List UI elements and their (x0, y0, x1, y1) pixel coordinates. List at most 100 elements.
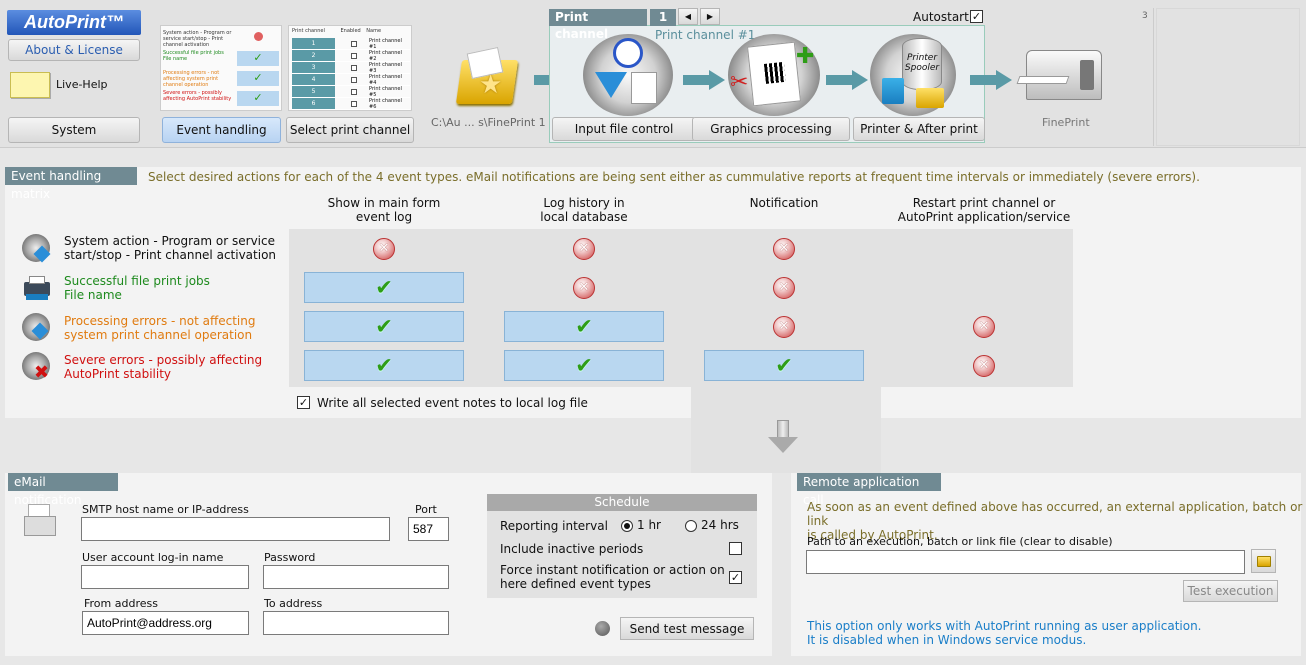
inactive-label: Include inactive periods (500, 542, 644, 556)
thumb-event-row: Processing errors - not affecting system… (163, 70, 220, 88)
autostart-label: Autostart (913, 10, 969, 24)
matrix-cell[interactable] (504, 272, 664, 303)
matrix-cell[interactable]: ✔ (504, 311, 664, 342)
thumb-col-header: Enabled (340, 28, 361, 34)
cross-circle-icon (773, 237, 795, 260)
matrix-cell[interactable]: ✔ (504, 350, 664, 381)
about-license-button[interactable]: About & License (8, 39, 140, 61)
radio-dot (685, 519, 697, 532)
cross-circle-icon (373, 237, 395, 260)
printer-icon[interactable] (1016, 50, 1110, 108)
graphics-processing-button[interactable]: Graphics processing (692, 117, 850, 141)
event-handling-button[interactable]: Event handling (162, 117, 281, 143)
thumb-channel-rows: 1 Print channel #1 2 Print channel #2 3 Print… (292, 38, 410, 110)
live-help-button[interactable]: Live-Help (8, 70, 138, 100)
system-button[interactable]: System (8, 117, 140, 143)
checkmark-icon: ✔ (575, 314, 593, 338)
send-test-message-button[interactable]: Send test message (620, 617, 754, 640)
matrix-cell[interactable]: ✔ (304, 311, 464, 342)
interval-label: Reporting interval (500, 519, 608, 533)
thumb-col-header: Name (366, 28, 382, 34)
printer-icon (22, 274, 52, 302)
path-label: Path to an execution, batch or link file… (807, 535, 1113, 548)
arrow-icon (683, 70, 727, 90)
cross-circle-icon (973, 315, 995, 338)
interval-1hr-radio[interactable]: 1 hr (621, 518, 661, 532)
schedule-title: Schedule (487, 494, 757, 511)
cross-circle-icon (773, 276, 795, 299)
plus-icon: ✚ (796, 44, 815, 69)
matrix-cell[interactable]: ✔ (304, 272, 464, 303)
from-label: From address (84, 597, 158, 610)
printer-after-print-graphic[interactable]: Printer Spooler (870, 34, 956, 116)
thumb-event-row: Severe errors - possibly affecting AutoP… (163, 90, 232, 102)
folder-icon[interactable]: ★ (455, 46, 519, 108)
event-row-label: Processing errors - not affecting system… (64, 314, 256, 342)
next-channel-button[interactable]: ▶ (700, 8, 720, 25)
column-header: Show in main form event log (327, 196, 441, 224)
force-checkbox[interactable]: ✓ (729, 571, 742, 584)
mail-icon (24, 504, 56, 536)
down-arrow-icon (768, 420, 798, 454)
checkmark-icon: ✔ (575, 353, 593, 377)
autostart-checkbox[interactable]: ✓ (970, 10, 983, 23)
matrix-cell[interactable]: ✔ (704, 350, 864, 381)
printer-name: FinePrint (1042, 116, 1090, 129)
matrix-cell[interactable] (704, 272, 864, 303)
matrix-cell[interactable] (304, 233, 464, 264)
write-log-label: Write all selected event notes to local … (317, 396, 588, 410)
select-channel-thumbnail[interactable]: Print channel Enabled Name 1 Print channe… (288, 25, 412, 111)
matrix-cell[interactable] (904, 311, 1064, 342)
password-label: Password (264, 551, 316, 564)
matrix-cell[interactable] (504, 233, 664, 264)
event-matrix-hint: Select desired actions for each of the 4… (148, 170, 1200, 184)
matrix-cell[interactable] (904, 350, 1064, 381)
qr-page-icon (746, 41, 802, 107)
force-label: Force instant notification or action on … (500, 563, 725, 591)
column-header: Restart print channel or AutoPrint appli… (897, 196, 1071, 224)
channel-number-badge: 1 (650, 9, 676, 26)
cross-circle-icon (973, 354, 995, 377)
to-address-input[interactable] (263, 611, 449, 635)
user-label: User account log-in name (82, 551, 224, 564)
interval-24hrs-radio[interactable]: 24 hrs (685, 518, 739, 532)
matrix-cell[interactable] (704, 311, 864, 342)
column-header: Notification (749, 196, 819, 210)
cross-circle-icon (773, 315, 795, 338)
smtp-label: SMTP host name or IP-address (82, 503, 249, 516)
matrix-cell[interactable]: ✔ (304, 350, 464, 381)
graphics-processing-graphic[interactable]: ✂ ✚ (728, 34, 820, 116)
inactive-checkbox[interactable] (729, 542, 742, 555)
event-handling-thumbnail[interactable]: System action - Program or service start… (160, 25, 282, 111)
prev-channel-button[interactable]: ◀ (678, 8, 698, 25)
select-print-channel-button[interactable]: Select print channel (286, 117, 414, 143)
checkmark-icon: ✔ (375, 275, 393, 299)
thumb-channel-row: 4 Print channel #4 (292, 74, 410, 86)
empty-slot-panel (1140, 8, 1154, 146)
matrix-cell[interactable] (704, 233, 864, 264)
write-log-checkbox[interactable]: ✓ (297, 396, 310, 409)
input-file-control-button[interactable]: Input file control (552, 117, 696, 141)
user-input[interactable] (81, 565, 249, 589)
path-input[interactable] (806, 550, 1245, 574)
app-logo: AutoPrint™ (7, 10, 141, 35)
browse-folder-button[interactable] (1251, 549, 1276, 573)
gear-error-icon: ✖ (22, 352, 50, 383)
event-matrix-title: Event handling matrix (5, 167, 137, 201)
thumb-col-header: Print channel (292, 28, 325, 34)
remote-note: This option only works with AutoPrint ru… (807, 619, 1202, 647)
password-input[interactable] (263, 565, 449, 589)
input-file-control-graphic[interactable] (583, 34, 673, 116)
gear-icon (22, 234, 51, 263)
funnel-icon (595, 72, 627, 98)
test-execution-button[interactable]: Test execution (1183, 580, 1278, 602)
port-input[interactable] (408, 517, 449, 541)
printer-after-print-button[interactable]: Printer & After print (853, 117, 985, 141)
folder-small-icon (916, 88, 944, 108)
smtp-host-input[interactable] (81, 517, 390, 541)
live-help-label: Live-Help (56, 78, 108, 91)
checkmark-icon: ✔ (775, 353, 793, 377)
remote-title: Remote application call (797, 473, 941, 507)
thumb-event-row: Successful file print jobs File name (163, 50, 224, 62)
from-address-input[interactable] (82, 611, 249, 635)
